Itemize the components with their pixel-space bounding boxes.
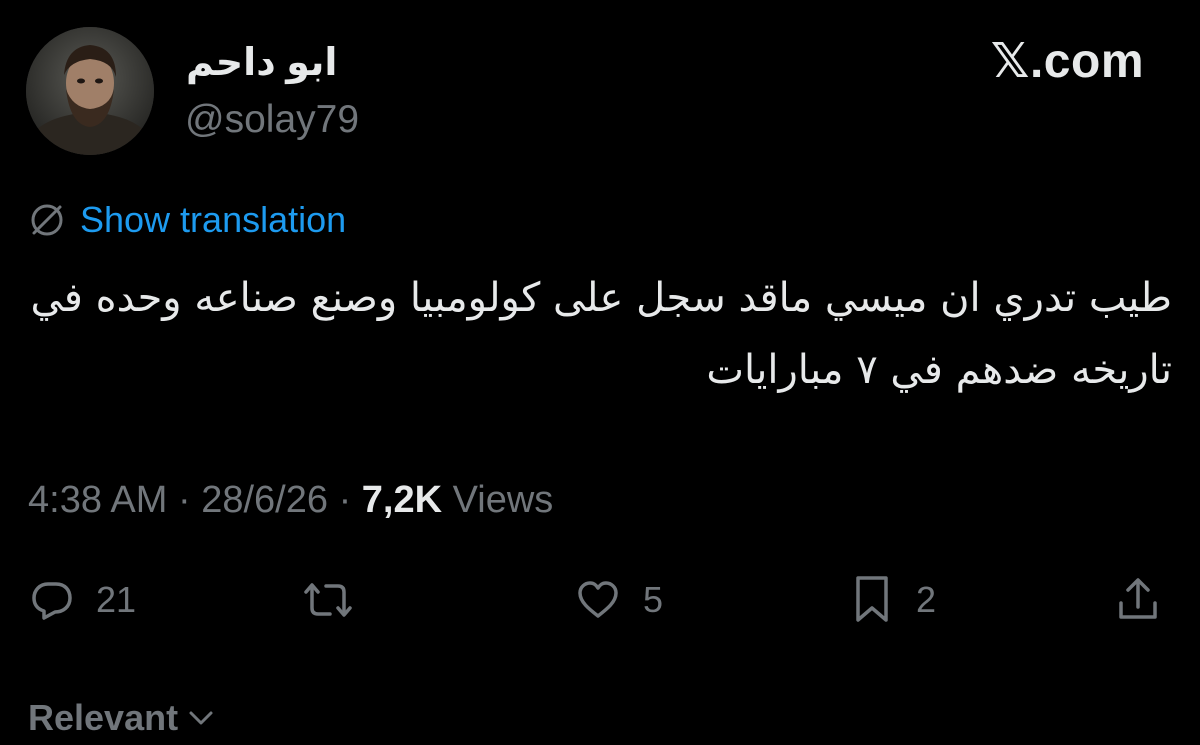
views-count[interactable]: 7,2K	[362, 479, 442, 521]
user-handle[interactable]: @solay79	[185, 100, 359, 139]
action-bar: 21 5 2	[0, 570, 1200, 630]
globe-icon	[31, 204, 63, 236]
reply-icon	[32, 582, 72, 620]
reply-count: 21	[96, 579, 137, 620]
avatar-image	[26, 27, 154, 155]
show-translation-row[interactable]: Show translation	[28, 198, 346, 242]
like-button[interactable]: 5	[575, 570, 663, 630]
reply-sort-selector[interactable]: Relevant	[28, 700, 216, 736]
tweet-meta: 4:38 AM · 28/6/26 · 7,2K Views	[28, 476, 553, 524]
bookmark-button[interactable]: 2	[850, 570, 936, 630]
meta-separator: ·	[177, 479, 191, 521]
share-icon	[1119, 578, 1157, 619]
tweet-time[interactable]: 4:38 AM	[28, 479, 167, 521]
tweet-text: طيب تدري ان ميسي ماقد سجل على كولومبيا و…	[30, 275, 1172, 393]
brand-watermark: 𝕏.com	[990, 35, 1144, 88]
repost-button[interactable]	[300, 570, 378, 630]
chevron-down-icon	[189, 711, 213, 725]
meta-separator: ·	[338, 479, 352, 521]
share-button[interactable]	[1115, 570, 1161, 630]
display-name[interactable]: ابو داحم	[186, 44, 337, 82]
repost-icon	[304, 583, 352, 617]
tweet-date[interactable]: 28/6/26	[201, 479, 328, 521]
bookmark-icon	[856, 576, 888, 622]
heart-icon	[578, 581, 618, 618]
reply-button[interactable]: 21	[30, 570, 136, 630]
like-count: 5	[643, 579, 664, 620]
views-label: Views	[452, 479, 554, 521]
show-translation-link[interactable]: Show translation	[80, 202, 346, 238]
avatar[interactable]	[26, 27, 154, 155]
sort-label: Relevant	[28, 697, 179, 738]
bookmark-count: 2	[916, 579, 937, 620]
